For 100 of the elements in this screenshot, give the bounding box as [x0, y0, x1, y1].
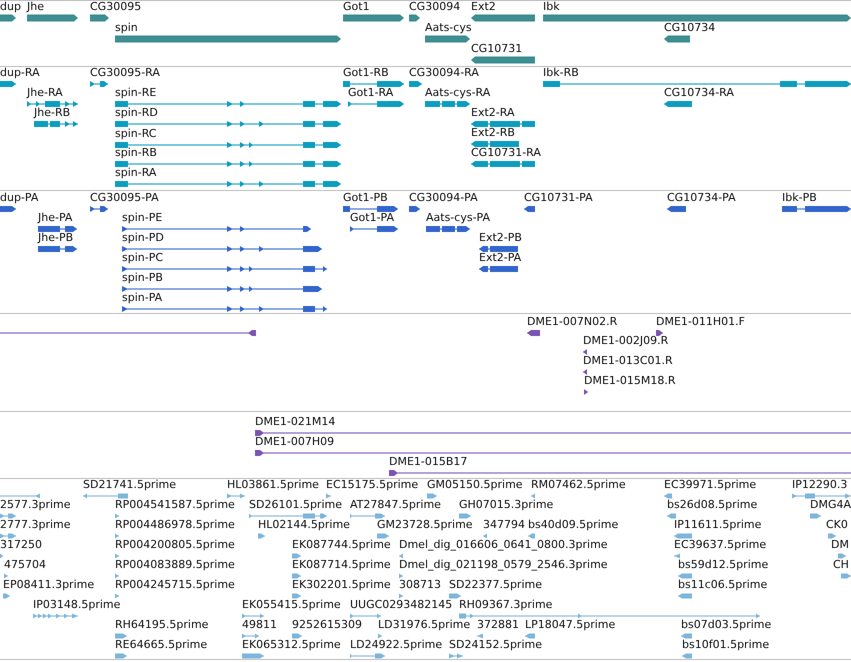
feature-label: Ext2-PB	[479, 232, 522, 244]
feature-label: EP08411.3prime	[3, 579, 94, 591]
feature-label: SD26101.5prime	[249, 499, 342, 511]
feature-label: spin-RC	[115, 128, 156, 140]
feature-label: Ext2-RB	[471, 127, 515, 139]
feature-label: DME1-007H09	[255, 436, 334, 448]
feature-label: Ibk	[543, 1, 560, 13]
feature-label: dup-RA	[0, 67, 40, 79]
feature-label: RP004541587.5prime	[115, 499, 235, 511]
feature-label: spin-PA	[122, 292, 162, 304]
feature-label: RP004083889.5prime	[115, 559, 235, 571]
feature-label: DME1-002J09.R	[583, 335, 668, 347]
feature-label: RP004245715.5prime	[115, 579, 235, 591]
feature-label: IP11611.5prime	[674, 519, 762, 531]
feature-label: DM	[831, 539, 849, 551]
feature-label: Jhe	[27, 1, 44, 13]
feature-label: 49811	[242, 619, 277, 631]
feature-label: SD24152.5prime	[449, 639, 542, 651]
feature-label: DME1-015M18.R	[584, 375, 676, 387]
feature-label: EC15175.5prime	[326, 479, 418, 491]
feature-label: RE64665.5prime	[115, 639, 208, 651]
feature-label: EK055415.5prime	[242, 599, 341, 611]
feature-label: EC39971.5prime	[664, 479, 756, 491]
feature-label: 317250	[0, 539, 42, 551]
feature-label: Ibk-PB	[782, 192, 817, 204]
feature-label: Ext2-RA	[471, 107, 514, 119]
feature-label: RH64195.5prime	[115, 619, 208, 631]
feature-label: Got1	[343, 1, 370, 13]
feature-label: IP03148.5prime	[33, 599, 120, 611]
feature-label: HL02144.5prime	[258, 519, 350, 531]
feature-label: CG10731-RA	[471, 147, 541, 159]
feature-label: bs07d03.5prime	[681, 619, 772, 631]
feature-label: EK087744.5prime	[292, 539, 391, 551]
feature-label: CG10731-PA	[524, 192, 593, 204]
feature-label: EK302201.5prime	[292, 579, 391, 591]
feature-label: EK087714.5prime	[292, 559, 391, 571]
feature-label: 2577.3prime	[0, 499, 71, 511]
feature-label: spin-RD	[115, 107, 158, 119]
feature-label: Ext2	[471, 1, 496, 13]
feature-label: 372881	[477, 619, 519, 631]
feature-label: Got1-RB	[343, 67, 389, 79]
feature-label: CG30095	[90, 1, 142, 13]
feature-label: Got1-RA	[348, 87, 394, 99]
feature-label: Got1-PA	[350, 212, 394, 224]
feature-label: DME1-015B17	[389, 456, 468, 468]
feature-label: GM05150.5prime	[427, 479, 523, 491]
feature-label: Dmel_dig_016606_0641_0800.3prime	[399, 539, 608, 551]
feature-label: spin-RE	[115, 87, 156, 99]
feature-label: bs10f01.5prime	[682, 639, 770, 651]
feature-label: Aats-cys	[425, 22, 472, 34]
feature-label: RH09367.3prime	[459, 599, 552, 611]
feature-label: SD21741.5prime	[83, 479, 176, 491]
feature-label: Dmel_dig_021198_0579_2546.3prime	[399, 559, 608, 571]
feature-label: CG30094-PA	[409, 192, 478, 204]
feature-label: Got1-PB	[343, 192, 388, 204]
feature-label: CG30094	[409, 1, 460, 13]
feature-label: 475704	[4, 559, 46, 571]
feature-label: CG30095-PA	[90, 192, 159, 204]
feature-label: Aats-cys-RA	[425, 87, 490, 99]
feature-label: Ibk-RB	[543, 67, 579, 79]
feature-label: spin-RB	[115, 147, 157, 159]
feature-label: 347794	[483, 519, 525, 531]
feature-label: CG30094-RA	[409, 67, 479, 79]
feature-label: DME1-011H01.F	[656, 316, 745, 328]
feature-label: spin-PE	[122, 212, 162, 224]
feature-label: HL03861.5prime	[227, 479, 319, 491]
feature-label: bs11c06.5prime	[678, 579, 768, 591]
feature-label: bs26d08.5prime	[667, 499, 758, 511]
feature-label: GH07015.3prime	[459, 499, 554, 511]
feature-label: CG10731	[471, 43, 522, 55]
feature-label: bs59d12.5prime	[678, 559, 768, 571]
feature-label: spin-RA	[115, 167, 156, 179]
feature-label: IP12290.3	[792, 479, 848, 491]
feature-label: spin-PB	[122, 272, 163, 284]
feature-label: 2777.3prime	[0, 519, 71, 531]
feature-label: CH	[833, 559, 849, 571]
feature-label: Jhe-RA	[27, 87, 63, 99]
feature-label: DME1-007N02.R	[527, 316, 618, 328]
feature-label: spin-PD	[122, 232, 164, 244]
feature-label: UUGC0293482145	[350, 599, 452, 611]
feature-label: SD22377.5prime	[449, 579, 542, 591]
feature-label: DMG4A	[810, 499, 851, 511]
feature-label: Aats-cys-PA	[426, 212, 490, 224]
feature-label: dup-PA	[0, 192, 38, 204]
feature-label: Ext2-PA	[479, 252, 522, 264]
feature-label: AT27847.5prime	[350, 499, 441, 511]
feature-label: CK0	[826, 519, 848, 531]
feature-label: CG10734	[664, 22, 716, 34]
feature-label: 308713	[399, 579, 441, 591]
feature-label: Jhe-RB	[34, 107, 70, 119]
feature-label: CG10734-RA	[664, 87, 734, 99]
feature-label: dup	[0, 1, 21, 13]
feature-label: EK065312.5prime	[242, 639, 341, 651]
feature-label: CG30095-RA	[90, 67, 160, 79]
feature-label: RP004486978.5prime	[115, 519, 235, 531]
feature-label: Jhe-PB	[38, 232, 74, 244]
feature-label: spin	[115, 22, 138, 34]
feature-label: DME1-021M14	[255, 416, 336, 428]
feature-label: RM07462.5prime	[531, 479, 626, 491]
feature-label: bs40d09.5prime	[528, 519, 618, 531]
